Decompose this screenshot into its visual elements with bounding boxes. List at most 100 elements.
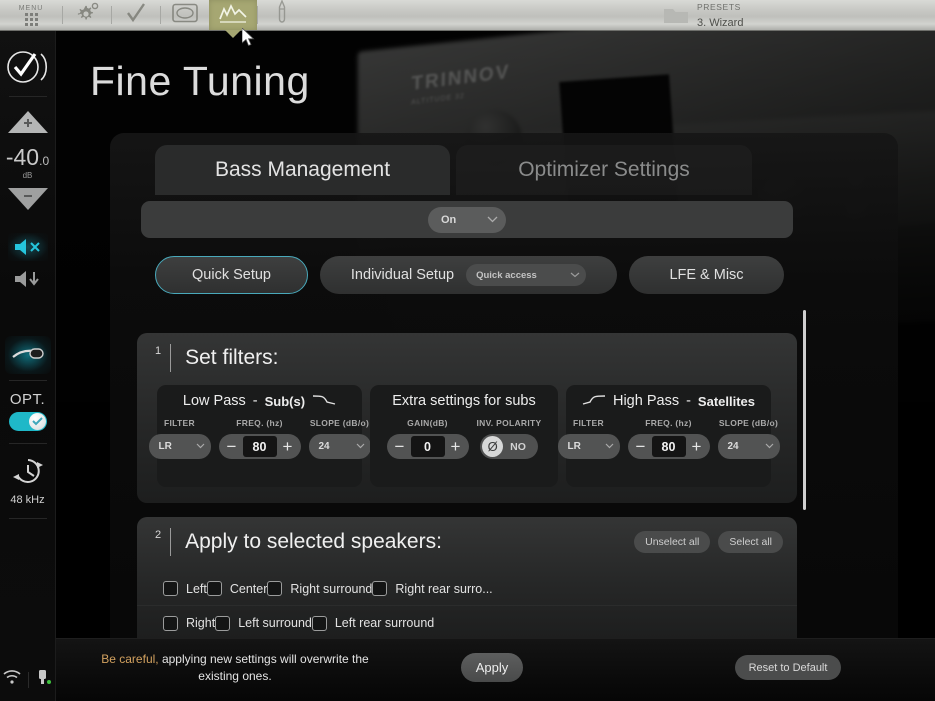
chevron-down-icon [196, 441, 205, 452]
low-pass-subtitle: Sub(s) [264, 393, 306, 409]
field-label: GAIN(dB) [407, 418, 448, 428]
gain-stepper: − 0 + [386, 434, 469, 459]
volume-level-value: -40 [5, 144, 40, 170]
filter-fields: FILTER LR FREQ. (hz) − 80 + SLOPE (dB/o)… [148, 418, 371, 459]
status-icons [2, 668, 53, 691]
speaker-checkbox-right[interactable]: Right [163, 615, 215, 631]
dim-button[interactable] [13, 269, 43, 294]
high-pass-frequency-value[interactable]: 80 [651, 436, 686, 457]
toolbar-fine-tuning-button[interactable] [209, 0, 257, 30]
mute-button[interactable] [7, 233, 48, 261]
checkbox-icon[interactable] [311, 615, 327, 631]
increment-button[interactable]: + [447, 438, 465, 455]
decrement-button[interactable]: − [391, 438, 409, 455]
lfe-misc-button[interactable]: LFE & Misc [629, 256, 784, 294]
speaker-label: Left rear surround [334, 616, 435, 630]
speaker-checkbox-left[interactable]: Left [163, 581, 207, 596]
speaker-checkbox-left-rear-surround[interactable]: Left rear surround [311, 615, 435, 631]
individual-setup-button[interactable]: Individual Setup Quick access [320, 256, 617, 294]
low-pass-title: Low Pass [182, 393, 246, 409]
decrement-button[interactable]: − [223, 438, 241, 455]
checkbox-icon[interactable] [163, 615, 178, 631]
speaker-checkbox-grid: Left Center Right surround Right rear su… [137, 572, 797, 640]
select-value: 24 [727, 441, 739, 452]
speaker-checkbox-right-surround[interactable]: Right surround [267, 581, 372, 596]
chevron-down-icon [605, 441, 614, 452]
tab-optimizer-settings[interactable]: Optimizer Settings [456, 145, 752, 195]
sync-clock-icon [12, 456, 44, 491]
toolbar-calibration-button[interactable] [112, 0, 160, 30]
setup-mode-buttons: Quick Setup Individual Setup Quick acces… [155, 256, 784, 294]
section-set-filters: 1 Set filters: Low Pass - Sub(s) FILTER [137, 333, 797, 503]
low-pass-slope-select[interactable]: 24 [308, 434, 371, 459]
volume-up-button[interactable] [7, 109, 49, 140]
apply-button[interactable]: Apply [461, 653, 523, 682]
field-label: FREQ. (hz) [645, 418, 692, 428]
usb-icon[interactable] [35, 668, 53, 691]
speaker-row: Left Center Right surround Right rear su… [137, 572, 797, 606]
quick-access-dropdown[interactable]: Quick access [466, 264, 587, 286]
volume-level-unit: dB [22, 171, 33, 180]
vertical-scrollbar[interactable] [803, 310, 806, 510]
individual-setup-label: Individual Setup [350, 267, 455, 283]
checkbox-icon[interactable] [267, 581, 283, 596]
divider [8, 443, 47, 444]
checkbox-icon[interactable] [372, 581, 388, 596]
field-slope: SLOPE (dB/o) 24 [717, 418, 780, 459]
checkbox-icon[interactable] [206, 581, 222, 596]
trinnov-logo [3, 44, 53, 90]
volume-down-button[interactable] [7, 186, 49, 217]
decrement-button[interactable]: − [632, 438, 650, 455]
wifi-icon[interactable] [2, 669, 22, 690]
high-pass-filter-select[interactable]: LR [557, 434, 620, 459]
speaker-label: Center [229, 581, 268, 596]
reset-to-default-button[interactable]: Reset to Default [735, 655, 841, 680]
tab-bass-management[interactable]: Bass Management [155, 145, 450, 195]
low-pass-frequency-value[interactable]: 80 [242, 436, 277, 457]
checkbox-icon[interactable] [163, 581, 178, 596]
field-gain: GAIN(dB) − 0 + [386, 418, 469, 459]
divider [170, 528, 172, 556]
microphone-icon[interactable] [4, 336, 51, 374]
presets-button[interactable]: PRESETS 3. Wizard [663, 2, 744, 31]
speaker-checkbox-left-surround[interactable]: Left surround [215, 615, 312, 631]
mode-dropdown[interactable]: On [428, 206, 506, 233]
filter-fields: GAIN(dB) − 0 + INV. POLARITY Ø NO [386, 418, 542, 459]
checkbox-icon[interactable] [215, 615, 231, 631]
increment-button[interactable]: + [279, 438, 297, 455]
gain-value[interactable]: 0 [410, 436, 445, 457]
divider [8, 96, 47, 97]
speaker-checkbox-right-rear-surround[interactable]: Right rear surro... [372, 581, 493, 596]
quick-setup-button[interactable]: Quick Setup [155, 256, 308, 294]
filter-box-title: Low Pass - Sub(s) [183, 393, 336, 409]
high-pass-frequency-stepper: − 80 + [627, 434, 710, 459]
increment-button[interactable]: + [688, 438, 706, 455]
inv-polarity-toggle[interactable]: Ø NO [480, 434, 538, 459]
volume-level-decimal: .0 [39, 154, 50, 168]
field-frequency: FREQ. (hz) − 80 + [218, 418, 301, 459]
field-label: SLOPE (dB/o) [718, 418, 779, 428]
section-2-title: Apply to selected speakers: [185, 530, 442, 553]
speaker-label: Left surround [238, 616, 312, 630]
field-slope: SLOPE (dB/o) 24 [308, 418, 371, 459]
toolbar-display-button[interactable] [161, 0, 209, 30]
speaker-checkbox-center[interactable]: Center [206, 581, 268, 596]
divider [8, 380, 47, 381]
toggle-knob [28, 413, 46, 430]
toolbar-setup-button[interactable] [63, 0, 111, 30]
unselect-all-button[interactable]: Unselect all [634, 531, 711, 553]
field-filter: FILTER LR [148, 418, 211, 459]
menu-grid-button[interactable]: MENU [0, 0, 62, 30]
select-all-button[interactable]: Select all [718, 531, 783, 553]
chevron-down-icon [556, 270, 580, 281]
optimizer-toggle[interactable] [8, 412, 47, 431]
low-pass-filter-select[interactable]: LR [148, 434, 211, 459]
toolbar-tools-button[interactable] [258, 0, 306, 30]
high-pass-slope-select[interactable]: 24 [717, 434, 780, 459]
select-value: LR [567, 441, 581, 452]
field-filter: FILTER LR [557, 418, 620, 459]
presets-value: 3. Wizard [697, 16, 744, 29]
quick-access-value: Quick access [476, 269, 537, 281]
mouse-cursor [241, 27, 255, 47]
field-label: INV. POLARITY [476, 418, 542, 428]
